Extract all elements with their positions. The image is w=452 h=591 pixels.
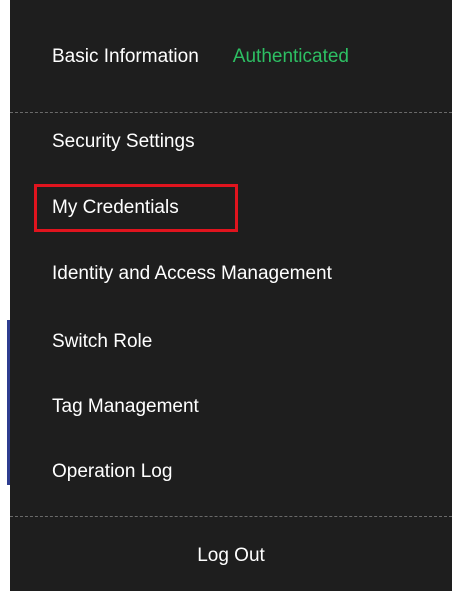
menu-item-my-credentials[interactable]: My Credentials	[52, 188, 179, 228]
menu-item-operation-log[interactable]: Operation Log	[52, 452, 172, 492]
menu-item-tag-management[interactable]: Tag Management	[52, 387, 199, 427]
authentication-status-badge: Authenticated	[232, 46, 349, 67]
menu-header: Basic Information Authenticated	[10, 0, 452, 114]
menu-item-identity-access-management[interactable]: Identity and Access Management	[52, 254, 332, 294]
logout-button[interactable]: Log Out	[10, 534, 452, 578]
basic-information-link[interactable]: Basic Information	[52, 46, 199, 68]
background-edge	[0, 0, 10, 591]
menu-item-switch-role[interactable]: Switch Role	[52, 322, 152, 362]
menu-item-security-settings[interactable]: Security Settings	[52, 122, 195, 162]
top-divider	[10, 112, 452, 113]
bottom-divider	[10, 516, 452, 517]
account-dropdown-menu: Basic Information Authenticated Security…	[10, 0, 452, 591]
user-account-dropdown-page: Basic Information Authenticated Security…	[0, 0, 452, 591]
